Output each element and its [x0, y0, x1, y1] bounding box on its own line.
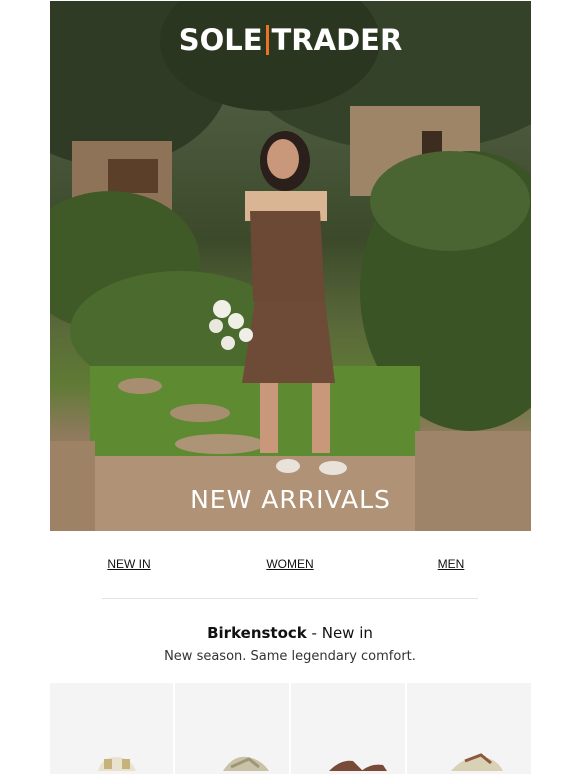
- nav-link-women[interactable]: WOMEN: [266, 557, 313, 571]
- sandal-icon: [329, 760, 387, 771]
- section-divider: [102, 598, 478, 599]
- product-tile[interactable]: [291, 683, 405, 774]
- hero-caption: NEW ARRIVALS: [190, 485, 391, 514]
- nav-link-men[interactable]: MEN: [438, 557, 465, 571]
- hero-banner[interactable]: SOLE TRADER NEW ARRIVALS: [50, 1, 531, 531]
- logo-divider: [265, 25, 269, 55]
- section-suffix: - New in: [306, 624, 373, 642]
- logo-right-text: TRADER: [271, 23, 403, 57]
- section-brand: Birkenstock: [207, 624, 307, 642]
- product-tile[interactable]: [175, 683, 289, 774]
- hero-image: [50, 1, 531, 531]
- section-title: Birkenstock - New in: [0, 624, 580, 642]
- sandal-icon: [98, 757, 136, 771]
- product-tile[interactable]: [50, 683, 173, 774]
- brand-logo[interactable]: SOLE TRADER: [50, 23, 531, 57]
- logo-left-text: SOLE: [178, 23, 263, 57]
- sandal-icon: [451, 753, 503, 771]
- product-tile[interactable]: [407, 683, 531, 774]
- nav-link-new-in[interactable]: NEW IN: [107, 557, 150, 571]
- product-grid: [50, 683, 531, 774]
- category-nav: NEW IN WOMEN MEN: [0, 557, 580, 577]
- section-subtitle: New season. Same legendary comfort.: [164, 649, 416, 664]
- sandal-icon: [223, 756, 269, 771]
